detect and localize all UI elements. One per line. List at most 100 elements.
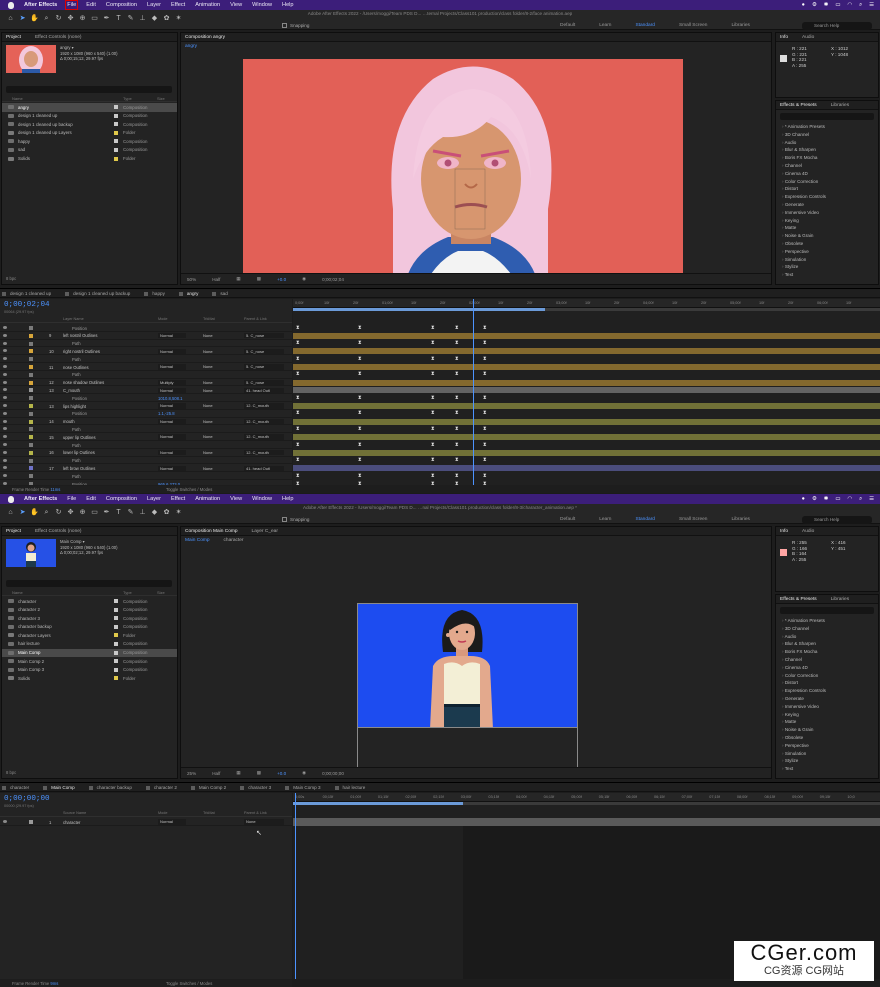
col-name[interactable]: Name xyxy=(12,590,23,595)
tab-composition-main-comp[interactable]: Composition Main Comp xyxy=(185,529,238,534)
eye-visibility-icon[interactable] xyxy=(3,388,7,392)
camera-tool-icon[interactable]: ✥ xyxy=(66,14,75,24)
menu-composition[interactable]: Composition xyxy=(106,496,137,502)
exposure-value[interactable]: +0.0 xyxy=(277,771,286,776)
blend-mode-select[interactable]: Normal xyxy=(158,449,186,456)
snapping-checkbox[interactable] xyxy=(282,517,287,522)
layer-duration-bar[interactable] xyxy=(293,325,880,331)
effects-category[interactable]: Immersive Video xyxy=(782,209,826,217)
tab-libraries[interactable]: Libraries xyxy=(831,103,849,108)
parent-link-select[interactable]: 41. head Outl xyxy=(244,387,284,393)
parent-link-select[interactable]: 5. C_nose xyxy=(244,332,284,339)
menu-edit[interactable]: Edit xyxy=(86,2,96,8)
effects-category[interactable]: Stylize xyxy=(782,263,826,271)
project-item[interactable]: angry Composition xyxy=(2,103,177,112)
battery-icon[interactable]: ▭ xyxy=(835,2,840,8)
subtab-angry[interactable]: angry xyxy=(185,44,197,49)
wifi-icon[interactable]: ◠ xyxy=(847,2,852,8)
work-area-range[interactable] xyxy=(293,802,464,805)
layer-duration-bar[interactable] xyxy=(293,465,880,472)
work-area-bar-2[interactable] xyxy=(293,802,880,805)
keyframe-icon[interactable]: ⧗ xyxy=(483,458,487,463)
layer-property-row[interactable]: Position 1010.8,508.1 xyxy=(0,394,292,402)
layer-label-color[interactable] xyxy=(29,357,33,362)
eye-visibility-icon[interactable] xyxy=(3,380,7,384)
pen-tool-icon[interactable]: ✒ xyxy=(102,508,111,518)
tab-info[interactable]: Info xyxy=(780,35,788,40)
parent-link-select[interactable]: 41. head Outl xyxy=(244,465,284,471)
transparency-icon[interactable]: ▩ xyxy=(257,276,261,282)
eraser-tool-icon[interactable]: ◆ xyxy=(150,508,159,518)
col-type[interactable]: Type xyxy=(123,96,132,101)
comp-viewer-main[interactable] xyxy=(357,603,578,728)
parent-link-select[interactable]: 5. C_nose xyxy=(244,379,284,386)
effects-category[interactable]: Obsolete xyxy=(782,240,826,248)
effects-category[interactable]: Stylize xyxy=(782,757,826,765)
project-item[interactable]: character 2 Composition xyxy=(2,606,177,615)
search-help-input[interactable]: Search Help xyxy=(802,22,872,30)
layer-duration-bar[interactable] xyxy=(293,372,880,378)
tab-project[interactable]: Project xyxy=(6,35,21,40)
timeline-timecode[interactable]: 0;00;02;04 xyxy=(4,301,50,309)
effects-category[interactable]: Generate xyxy=(782,695,826,703)
layer-label-color[interactable] xyxy=(29,365,33,369)
keyframe-icon[interactable]: ⧗ xyxy=(431,458,435,463)
rotate-tool-icon[interactable]: ↻ xyxy=(54,14,63,24)
menu-window[interactable]: Window xyxy=(252,2,272,8)
layer-label-color[interactable] xyxy=(29,349,33,354)
parent-link-select[interactable]: 12. C_mouth xyxy=(244,418,284,425)
trkmat-select[interactable]: None xyxy=(203,403,213,408)
effects-category[interactable]: Expression Controls xyxy=(782,193,826,201)
eye-visibility-icon[interactable] xyxy=(3,333,7,337)
camera-tool-icon[interactable]: ✥ xyxy=(66,508,75,518)
subtab-character[interactable]: character xyxy=(224,538,244,543)
tab-effects-presets[interactable]: Effects & Presets xyxy=(780,103,817,108)
blend-mode-select[interactable]: Normal xyxy=(158,348,186,354)
timeline-timecode[interactable]: 0;00;00;00 xyxy=(4,795,50,803)
eye-visibility-icon[interactable] xyxy=(3,474,7,478)
workspace-learn[interactable]: Learn xyxy=(599,23,611,28)
effects-category[interactable]: Audio xyxy=(782,633,826,641)
zoom-tool-icon[interactable]: ⌕ xyxy=(42,14,51,24)
menu-file[interactable]: File xyxy=(65,0,79,10)
effects-category[interactable]: Color Correction xyxy=(782,178,826,186)
keyframe-icon[interactable]: ⧗ xyxy=(296,395,300,401)
timeline-tab[interactable]: Main Comp 2 xyxy=(189,785,238,790)
project-item[interactable]: character backup Composition xyxy=(2,623,177,632)
layer-property-row[interactable]: Path xyxy=(0,340,292,348)
effects-category[interactable]: Distort xyxy=(782,679,826,687)
project-item[interactable]: design 1 cleaned up Layers Folder xyxy=(2,129,177,138)
subtab-main-comp[interactable]: Main Comp xyxy=(185,538,210,543)
project-item[interactable]: Main Comp 2 Composition xyxy=(2,657,177,666)
project-search-input[interactable] xyxy=(6,86,172,93)
home-icon[interactable]: ⌂ xyxy=(6,508,15,518)
bluetooth-icon[interactable]: ✱ xyxy=(824,496,829,502)
menu-effect[interactable]: Effect xyxy=(171,2,185,8)
trkmat-select[interactable]: None xyxy=(203,419,213,424)
layer-row[interactable]: 15 upper lip Outlines Normal None 12. C_mout… xyxy=(0,433,292,441)
col-name[interactable]: Name xyxy=(12,96,23,101)
layer-property-row[interactable]: Position 965.6,273.0 xyxy=(0,480,292,485)
effects-category[interactable]: Generate xyxy=(782,201,826,209)
eye-visibility-icon[interactable] xyxy=(3,458,7,462)
work-area-range[interactable] xyxy=(293,308,546,311)
viewer-timecode[interactable]: 0;00;02;04 xyxy=(322,277,344,282)
layer-property-row[interactable]: Path xyxy=(0,472,292,480)
trkmat-select[interactable]: None xyxy=(203,388,213,393)
workspace-default[interactable]: Default xyxy=(560,517,575,522)
wifi-icon[interactable]: ◠ xyxy=(847,496,852,502)
effects-category[interactable]: Perspective xyxy=(782,248,826,256)
layer-duration-bar[interactable] xyxy=(293,395,880,401)
blend-mode-select[interactable]: Normal xyxy=(158,819,186,825)
eye-visibility-icon[interactable] xyxy=(3,404,7,407)
keyframe-icon[interactable]: ⧗ xyxy=(431,442,435,448)
property-value[interactable]: 1.1,-25.8 xyxy=(158,411,175,416)
layer-duration-bar[interactable] xyxy=(293,458,880,464)
timeline-tab[interactable]: character 3 xyxy=(238,785,283,790)
workspace-libraries[interactable]: Libraries xyxy=(731,517,749,522)
timeline-tab[interactable]: character xyxy=(0,785,41,790)
effects-category[interactable]: 3D Channel xyxy=(782,131,826,139)
keyframe-icon[interactable]: ⧗ xyxy=(431,395,435,401)
effects-category[interactable]: Matte xyxy=(782,718,826,726)
property-value[interactable]: 1010.8,508.1 xyxy=(158,396,182,401)
